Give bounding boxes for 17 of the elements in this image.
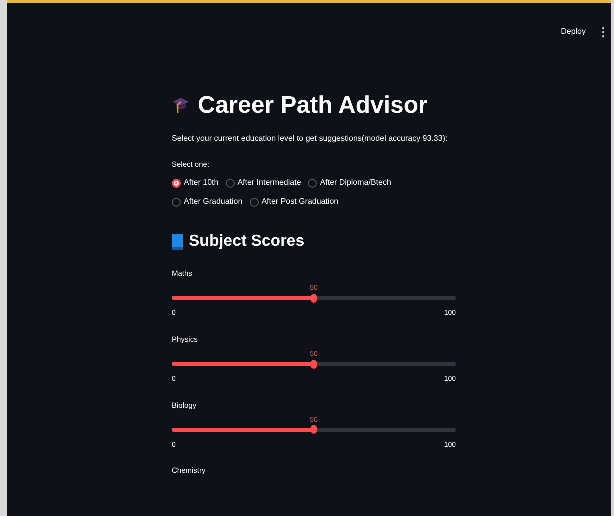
page-title: Career Path Advisor bbox=[198, 92, 428, 121]
radio-option[interactable]: After Intermediate bbox=[226, 177, 302, 190]
slider-thumb[interactable] bbox=[310, 294, 318, 303]
slider-track[interactable] bbox=[172, 362, 456, 366]
slider-thumb[interactable] bbox=[310, 360, 318, 369]
instruction-text: Select your current education level to get suggestions(model accuracy 93.33): bbox=[172, 132, 449, 145]
radio-option[interactable]: After 10th bbox=[172, 177, 219, 190]
slider-track[interactable] bbox=[172, 428, 456, 432]
slider-thumb[interactable] bbox=[310, 425, 318, 434]
radio-option[interactable]: After Post Graduation bbox=[250, 196, 339, 208]
book-icon bbox=[172, 234, 183, 250]
radio-option[interactable]: After Graduation bbox=[172, 196, 243, 208]
menu-icon[interactable] bbox=[602, 26, 605, 38]
slider-track[interactable] bbox=[172, 296, 456, 300]
radio-option[interactable]: After Diploma/Btech bbox=[308, 177, 392, 190]
deploy-button[interactable]: Deploy bbox=[561, 26, 586, 38]
section-heading: Subject Scores bbox=[189, 232, 305, 252]
